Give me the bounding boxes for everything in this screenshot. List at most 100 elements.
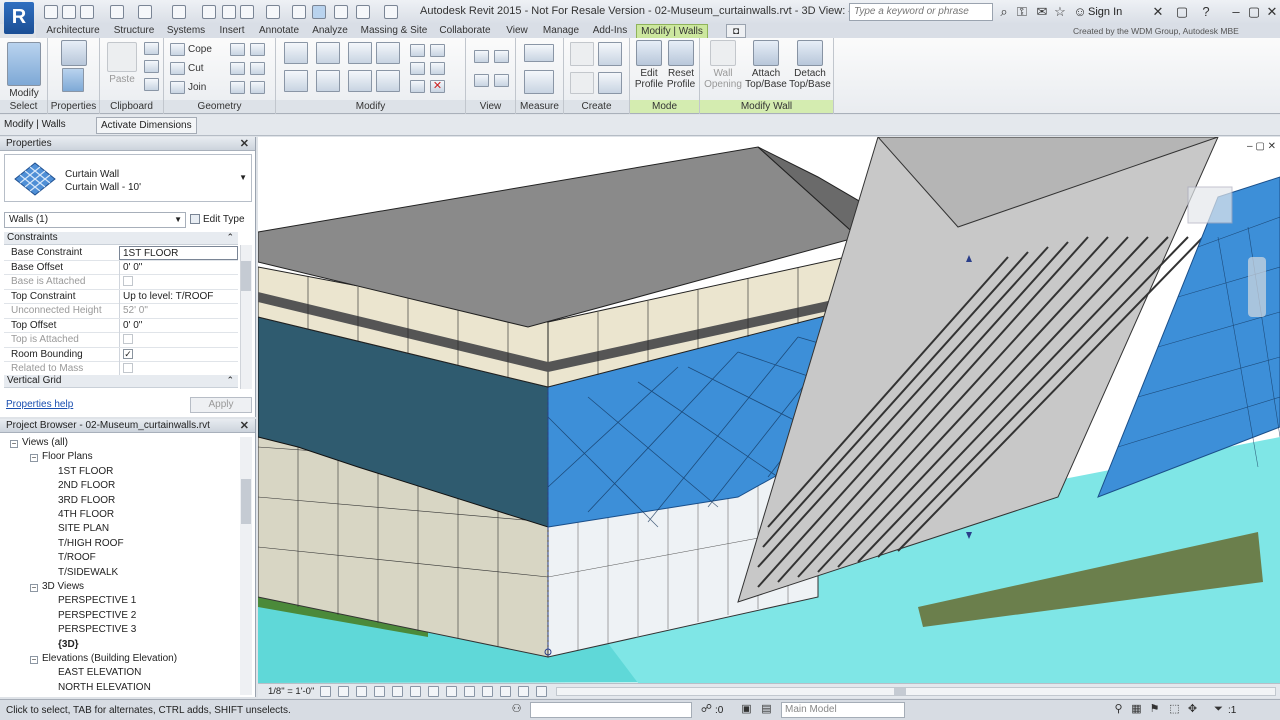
- tree-item-3d-view[interactable]: PERSPECTIVE 1: [58, 595, 136, 606]
- switch-windows-icon[interactable]: [356, 5, 370, 19]
- select-pinned-icon[interactable]: ⚑: [1148, 703, 1161, 716]
- maximize-icon[interactable]: ▢: [1246, 4, 1262, 20]
- cut-icon[interactable]: [144, 42, 159, 55]
- reset-profile-button[interactable]: Reset Profile: [665, 40, 697, 90]
- expand-toggle-icon[interactable]: −: [10, 440, 18, 448]
- section-icon[interactable]: [292, 5, 306, 19]
- override-graphics-icon[interactable]: [474, 50, 489, 63]
- tree-item-elevation[interactable]: EAST ELEVATION: [58, 667, 141, 678]
- tree-3d-views[interactable]: 3D Views: [42, 581, 84, 592]
- tab-collaborate[interactable]: Collaborate: [436, 24, 494, 38]
- minimize-icon[interactable]: –: [1228, 4, 1244, 20]
- tab-insert[interactable]: Insert: [216, 24, 248, 38]
- tree-item-floor-plan[interactable]: T/SIDEWALK: [58, 567, 118, 578]
- expand-toggle-icon[interactable]: −: [30, 656, 38, 664]
- help-icon[interactable]: ?: [1198, 4, 1214, 20]
- undo-icon[interactable]: [110, 5, 124, 19]
- checkbox[interactable]: [123, 363, 133, 373]
- tree-item-floor-plan[interactable]: 1ST FLOOR: [58, 466, 113, 477]
- tree-item-floor-plan[interactable]: 2ND FLOOR: [58, 480, 115, 491]
- tab-manage[interactable]: Manage: [540, 24, 582, 38]
- rotate-icon[interactable]: [348, 70, 372, 92]
- tab-systems[interactable]: Systems: [166, 24, 206, 38]
- cut-geometry-icon[interactable]: [170, 62, 185, 75]
- property-row[interactable]: Base Offset 0' 0": [4, 260, 238, 275]
- tree-views-all[interactable]: Views (all): [22, 437, 68, 448]
- property-row[interactable]: Unconnected Height 52' 0": [4, 304, 238, 319]
- show-crop-icon[interactable]: [428, 686, 439, 697]
- cope-button[interactable]: Cope: [188, 44, 212, 55]
- communication-icon[interactable]: ✉: [1034, 4, 1050, 20]
- property-value[interactable]: 0' 0": [119, 318, 238, 333]
- redo-icon[interactable]: [138, 5, 152, 19]
- property-value[interactable]: 0' 0": [119, 260, 238, 275]
- panel-select-label[interactable]: Select: [0, 100, 47, 113]
- worksharing-icon[interactable]: [500, 686, 511, 697]
- browser-scrollbar[interactable]: [240, 437, 252, 695]
- visual-style-icon[interactable]: [338, 686, 349, 697]
- measure-distance-icon[interactable]: [524, 44, 554, 62]
- save-icon[interactable]: [62, 5, 76, 19]
- viewcube[interactable]: [1187, 186, 1233, 224]
- create-similar-icon[interactable]: [598, 72, 622, 94]
- scale-icon[interactable]: [430, 62, 445, 75]
- tab-structure[interactable]: Structure: [110, 24, 158, 38]
- tab-view[interactable]: View: [502, 24, 532, 38]
- view-range-icon[interactable]: [494, 74, 509, 87]
- thin-lines-icon[interactable]: [312, 5, 326, 19]
- property-value[interactable]: 1ST FLOOR: [119, 246, 238, 260]
- tree-item-floor-plan[interactable]: T/HIGH ROOF: [58, 538, 124, 549]
- tree-item-elevation[interactable]: NORTH ELEVATION: [58, 682, 151, 693]
- remove-paint-icon[interactable]: [250, 62, 265, 75]
- favorites-icon[interactable]: ☆: [1052, 4, 1068, 20]
- hide-icon[interactable]: [494, 50, 509, 63]
- close-hidden-icon[interactable]: [334, 5, 348, 19]
- binoculars-icon[interactable]: ⌕: [996, 4, 1012, 20]
- workset-icon[interactable]: ⚇: [510, 703, 523, 716]
- checkbox[interactable]: ✓: [123, 348, 133, 359]
- text-icon[interactable]: [240, 5, 254, 19]
- copy-icon[interactable]: [144, 60, 159, 73]
- expand-toggle-icon[interactable]: −: [30, 584, 38, 592]
- close-browser-icon[interactable]: ✕: [240, 419, 249, 432]
- group-constraints[interactable]: Constraints ⌃: [4, 232, 238, 245]
- horizontal-scroll-thumb[interactable]: [894, 688, 906, 695]
- sign-in-link[interactable]: Sign In: [1088, 6, 1122, 18]
- join-button[interactable]: Join: [188, 82, 206, 93]
- open-icon[interactable]: [44, 5, 58, 19]
- demolish-icon[interactable]: [230, 81, 245, 94]
- cope-icon[interactable]: [170, 43, 185, 56]
- offset-icon[interactable]: [316, 42, 340, 64]
- measure-icon[interactable]: [172, 5, 186, 19]
- filter-icon[interactable]: ⏷: [1212, 703, 1225, 716]
- create-group-icon[interactable]: [570, 72, 594, 94]
- navigation-bar[interactable]: [1248, 257, 1266, 317]
- checkbox[interactable]: [123, 276, 133, 286]
- wrench-icon[interactable]: [250, 81, 265, 94]
- view-scale[interactable]: 1/8" = 1'-0": [268, 686, 314, 697]
- tab-add-ins[interactable]: Add-Ins: [590, 24, 630, 38]
- design-options-exclude-icon[interactable]: ▤: [760, 703, 773, 716]
- tree-item-floor-plan[interactable]: T/ROOF: [58, 552, 96, 563]
- temp-hide-icon[interactable]: [464, 686, 475, 697]
- pin-icon[interactable]: [410, 80, 425, 93]
- apply-button[interactable]: Apply: [190, 397, 252, 413]
- ribbon-toggle-icon[interactable]: ◘: [726, 24, 746, 38]
- property-row[interactable]: Top Constraint Up to level: T/ROOF: [4, 289, 238, 304]
- browser-scroll-thumb[interactable]: [241, 479, 251, 524]
- lock-view-icon[interactable]: [446, 686, 457, 697]
- property-row[interactable]: Base Constraint 1ST FLOOR: [4, 246, 238, 261]
- paste-button[interactable]: Paste: [106, 42, 138, 85]
- instance-filter-dropdown[interactable]: Walls (1) ▼: [4, 212, 186, 228]
- linework-icon[interactable]: [474, 74, 489, 87]
- subscription-icon[interactable]: ⚿: [1014, 4, 1030, 20]
- select-underlay-icon[interactable]: ▦: [1130, 703, 1143, 716]
- mirror-axis-icon[interactable]: [348, 42, 372, 64]
- detail-level-icon[interactable]: [320, 686, 331, 697]
- workset-dropdown[interactable]: [530, 702, 692, 718]
- revit-app-button[interactable]: R: [4, 2, 34, 34]
- 3d-viewport[interactable]: – ▢ ✕: [258, 137, 1280, 683]
- analytical-model-icon[interactable]: [518, 686, 529, 697]
- array-icon[interactable]: [410, 62, 425, 75]
- type-properties-button[interactable]: [56, 40, 92, 68]
